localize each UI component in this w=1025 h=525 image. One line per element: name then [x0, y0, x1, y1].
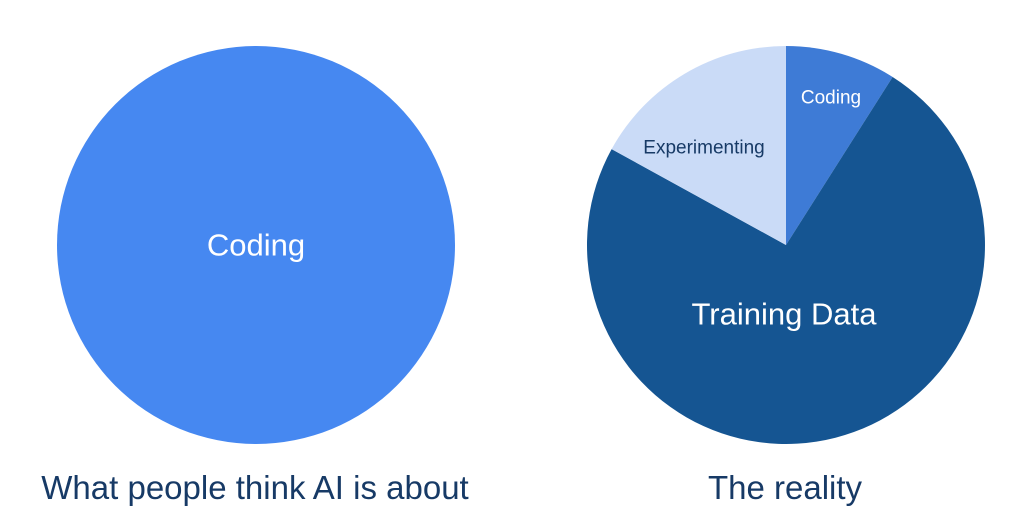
pie-chart-reality: Coding Training Data Experimenting: [586, 45, 985, 444]
caption-perception: What people think AI is about: [41, 469, 469, 506]
pie-label-reality-coding: Coding: [801, 88, 861, 109]
caption-reality: The reality: [707, 469, 863, 506]
pie-label-perception-coding: Coding: [207, 228, 305, 263]
pie-charts-figure: Coding Coding Training Data Experimenting: [57, 45, 985, 444]
pie-chart-perception: Coding: [57, 46, 455, 444]
pie-label-reality-training-data: Training Data: [692, 297, 878, 332]
pie-label-reality-experimenting: Experimenting: [643, 138, 764, 159]
